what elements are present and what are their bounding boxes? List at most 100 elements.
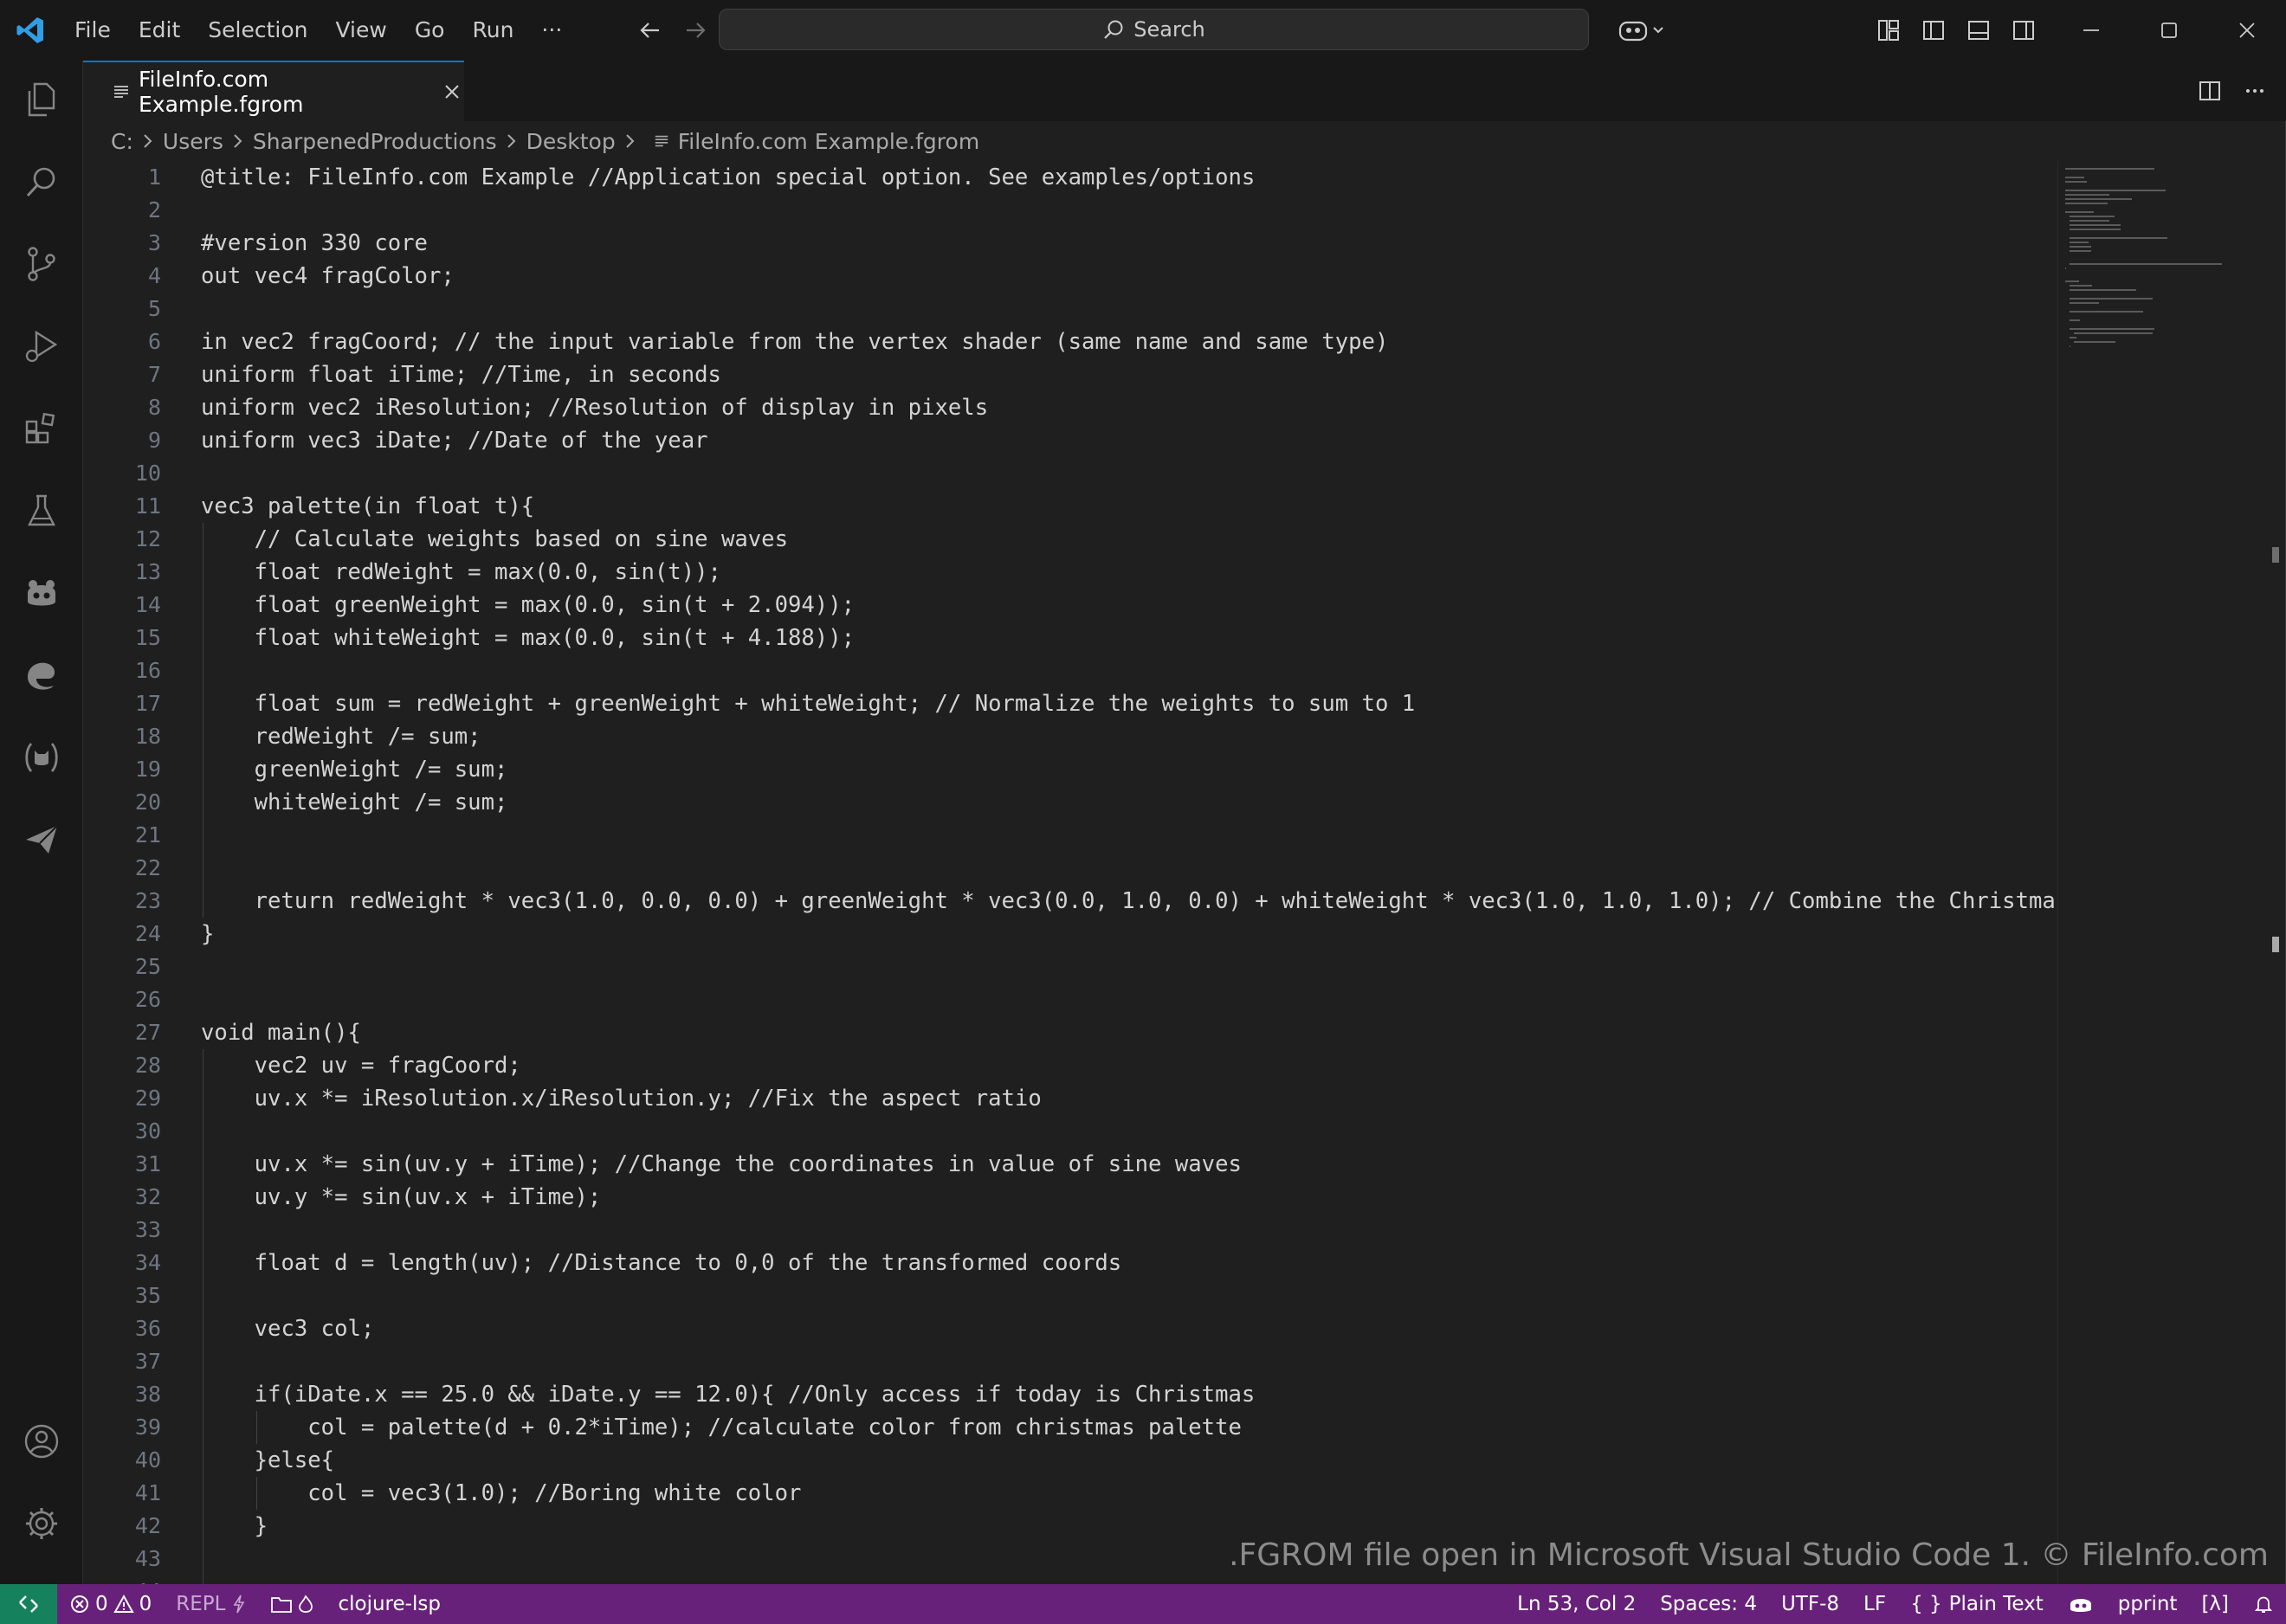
code-line[interactable]: in vec2 fragCoord; // the input variable… [201,325,2056,358]
tab-close-icon[interactable] [440,79,464,105]
line-number: 41 [134,1480,161,1505]
code-line[interactable] [201,819,2056,852]
breadcrumb-drive[interactable]: C: [111,129,133,154]
breadcrumb-users[interactable]: Users [163,129,223,154]
lambda-status[interactable]: [λ] [2189,1584,2241,1624]
code-line[interactable] [201,951,2056,983]
code-line[interactable]: greenWeight /= sum; [201,753,2056,786]
code-line[interactable]: vec2 uv = fragCoord; [201,1049,2056,1082]
testing-flask-icon[interactable] [0,472,83,550]
code-line[interactable]: out vec4 fragColor; [201,260,2056,293]
code-line[interactable]: float sum = redWeight + greenWeight + wh… [201,687,2056,720]
code-line[interactable]: #version 330 core [201,227,2056,260]
code-line[interactable]: col = palette(d + 0.2*iTime); //calculat… [201,1411,2056,1444]
calva-icon[interactable] [0,719,83,796]
code-line[interactable]: redWeight /= sum; [201,720,2056,753]
toggle-secondary-sidebar-icon[interactable] [2001,9,2046,52]
more-actions-icon[interactable] [2232,69,2277,113]
accounts-icon[interactable] [0,1402,83,1480]
notifications-bell-icon[interactable] [2241,1584,2286,1624]
code-line[interactable]: uv.x *= sin(uv.y + iTime); //Change the … [201,1148,2056,1181]
code-line[interactable] [201,1214,2056,1247]
code-line[interactable]: uniform vec3 iDate; //Date of the year [201,424,2056,457]
menu-edit[interactable]: Edit [125,9,194,52]
code-line[interactable]: uv.x *= iResolution.x/iResolution.y; //F… [201,1082,2056,1115]
back-arrow-icon[interactable] [628,9,673,52]
menu-go[interactable]: Go [401,9,459,52]
code-line[interactable] [201,1279,2056,1312]
code-line[interactable]: vec3 col; [201,1312,2056,1345]
minimap[interactable] [2057,161,2263,1584]
code-line[interactable] [201,293,2056,325]
code-line[interactable] [201,1576,2056,1584]
copilot-status-icon[interactable] [2056,1584,2106,1624]
run-debug-icon[interactable] [0,307,83,385]
send-paper-plane-icon[interactable] [0,801,83,879]
code-line[interactable]: // Calculate weights based on sine waves [201,523,2056,556]
cursor-position[interactable]: Ln 53, Col 2 [1505,1584,1648,1624]
explorer-icon[interactable] [0,61,83,139]
code-line[interactable]: float d = length(uv); //Distance to 0,0 … [201,1247,2056,1279]
line-number: 19 [134,757,161,782]
menu-selection[interactable]: Selection [194,9,321,52]
menu-file[interactable]: File [61,9,125,52]
code-line[interactable]: } [201,918,2056,951]
code-line[interactable] [201,194,2056,227]
extensions-icon[interactable] [0,390,83,467]
tab-fileinfo-example[interactable]: FileInfo.com Example.fgrom [83,61,464,121]
eol-status[interactable]: LF [1851,1584,1898,1624]
code-line[interactable]: uv.y *= sin(uv.x + iTime); [201,1181,2056,1214]
code-line[interactable]: }else{ [201,1444,2056,1477]
copilot-menu-button[interactable] [1611,9,1671,52]
code-line[interactable] [201,654,2056,687]
search-view-icon[interactable] [0,143,83,221]
code-line[interactable]: uniform float iTime; //Time, in seconds [201,358,2056,391]
settings-gear-icon[interactable] [0,1485,83,1563]
toggle-primary-sidebar-icon[interactable] [1911,9,1956,52]
code-line[interactable]: void main(){ [201,1016,2056,1049]
source-control-icon[interactable] [0,225,83,303]
code-line[interactable]: return redWeight * vec3(1.0, 0.0, 0.0) +… [201,885,2056,918]
close-window-icon[interactable] [2208,0,2286,61]
breadcrumb-file[interactable]: FileInfo.com Example.fgrom [678,129,979,154]
code-line[interactable]: whiteWeight /= sum; [201,786,2056,819]
copilot-icon[interactable] [0,554,83,632]
code-line[interactable]: @title: FileInfo.com Example //Applicati… [201,161,2056,194]
code-line[interactable]: uniform vec2 iResolution; //Resolution o… [201,391,2056,424]
menu-run[interactable]: Run [458,9,527,52]
code-line[interactable] [201,457,2056,490]
toggle-panel-icon[interactable] [1956,9,2001,52]
customize-layout-icon[interactable] [1866,9,1911,52]
code-line[interactable] [201,1345,2056,1378]
menu-view[interactable]: View [321,9,400,52]
lsp-status[interactable]: clojure-lsp [326,1584,452,1624]
code-line[interactable]: float redWeight = max(0.0, sin(t)); [201,556,2056,589]
edge-browser-icon[interactable] [0,636,83,714]
breadcrumb-user-folder[interactable]: SharpenedProductions [253,129,497,154]
minimize-icon[interactable] [2052,0,2130,61]
code-line[interactable]: col = vec3(1.0); //Boring white color [201,1477,2056,1510]
maximize-icon[interactable] [2130,0,2208,61]
indentation-status[interactable]: Spaces: 4 [1648,1584,1769,1624]
pprint-toggle[interactable]: pprint [2106,1584,2190,1624]
language-mode[interactable]: { } Plain Text [1898,1584,2056,1624]
breadcrumb-desktop[interactable]: Desktop [526,129,616,154]
code-line[interactable]: vec3 palette(in float t){ [201,490,2056,523]
encoding-status[interactable]: UTF-8 [1769,1584,1851,1624]
menu-more[interactable]: ··· [527,9,576,52]
code-line[interactable] [201,983,2056,1016]
code-line[interactable]: if(iDate.x == 25.0 && iDate.y == 12.0){ … [201,1378,2056,1411]
forward-arrow-icon[interactable] [673,9,718,52]
code-line[interactable] [201,1115,2056,1148]
code-line[interactable] [201,852,2056,885]
command-center-search[interactable]: Search [719,9,1589,50]
repl-status[interactable]: REPL [164,1584,258,1624]
code-content[interactable]: @title: FileInfo.com Example //Applicati… [201,161,2056,1584]
code-line[interactable]: float whiteWeight = max(0.0, sin(t + 4.1… [201,622,2056,654]
code-line[interactable]: float greenWeight = max(0.0, sin(t + 2.0… [201,589,2056,622]
split-editor-icon[interactable] [2187,69,2232,113]
code-editor[interactable]: 1 2 3 4 5 6 7 8 9 10 11 12 13 14 15 16 17 18 19 20 21 22 23 24 2… [83,161,2057,1584]
problems-indicator[interactable]: 0 0 [57,1584,164,1624]
remote-indicator-icon[interactable] [0,1584,57,1624]
workspace-folder-status[interactable] [258,1584,326,1624]
